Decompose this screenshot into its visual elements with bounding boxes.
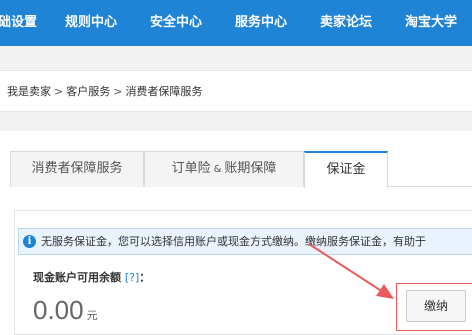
breadcrumb-seller[interactable]: 我是卖家 [7, 85, 51, 98]
breadcrumb: 我是卖家 > 客户服务 > 消费者保障服务 [7, 71, 202, 113]
help-link[interactable]: [?] [125, 271, 139, 284]
tab-order-insurance-label-2: 账期保障 [224, 161, 277, 176]
balance-label-colon: ： [139, 271, 151, 284]
nav-item-settings[interactable]: 础设置 [0, 0, 37, 46]
nav-item-security[interactable]: 安全中心 [150, 0, 202, 46]
breadcrumb-separator: > [54, 85, 64, 98]
breadcrumb-customer-service[interactable]: 客户服务 [66, 85, 110, 98]
nav-item-service[interactable]: 服务中心 [235, 0, 287, 46]
balance-amount: 0.00 元 [33, 295, 98, 326]
balance-unit: 元 [86, 309, 98, 322]
tab-order-insurance-amp: & [213, 164, 222, 175]
pay-button[interactable]: 缴纳 [406, 290, 466, 322]
tab-order-insurance[interactable]: 订单险 & 账期保障 [144, 151, 304, 187]
balance-label-text: 现金账户可用余额 [33, 271, 121, 284]
nav-item-rules[interactable]: 规则中心 [65, 0, 117, 46]
top-navigation: 础设置 规则中心 安全中心 服务中心 卖家论坛 淘宝大学 [0, 0, 472, 46]
nav-item-university[interactable]: 淘宝大学 [405, 0, 457, 46]
nav-item-forum[interactable]: 卖家论坛 [320, 0, 372, 46]
breadcrumb-current: 消费者保障服务 [125, 85, 203, 98]
balance-value: 0.00 [33, 295, 84, 325]
tab-order-insurance-label: 订单险 [171, 161, 211, 176]
info-notice: i 无服务保证金，您可以选择信用账户或现金方式缴纳。缴纳服务保证金，有助于 [18, 228, 472, 255]
tab-deposit[interactable]: 保证金 [304, 151, 388, 188]
balance-label: 现金账户可用余额 [?]： [33, 269, 150, 285]
breadcrumb-bar: 我是卖家 > 客户服务 > 消费者保障服务 [0, 70, 472, 112]
tab-consumer-protection[interactable]: 消费者保障服务 [10, 151, 144, 187]
breadcrumb-separator: > [113, 85, 123, 98]
tab-bar: 消费者保障服务 订单险 & 账期保障 保证金 [10, 151, 472, 188]
notice-text: 无服务保证金，您可以选择信用账户或现金方式缴纳。缴纳服务保证金，有助于 [41, 235, 426, 248]
info-icon: i [23, 235, 36, 248]
